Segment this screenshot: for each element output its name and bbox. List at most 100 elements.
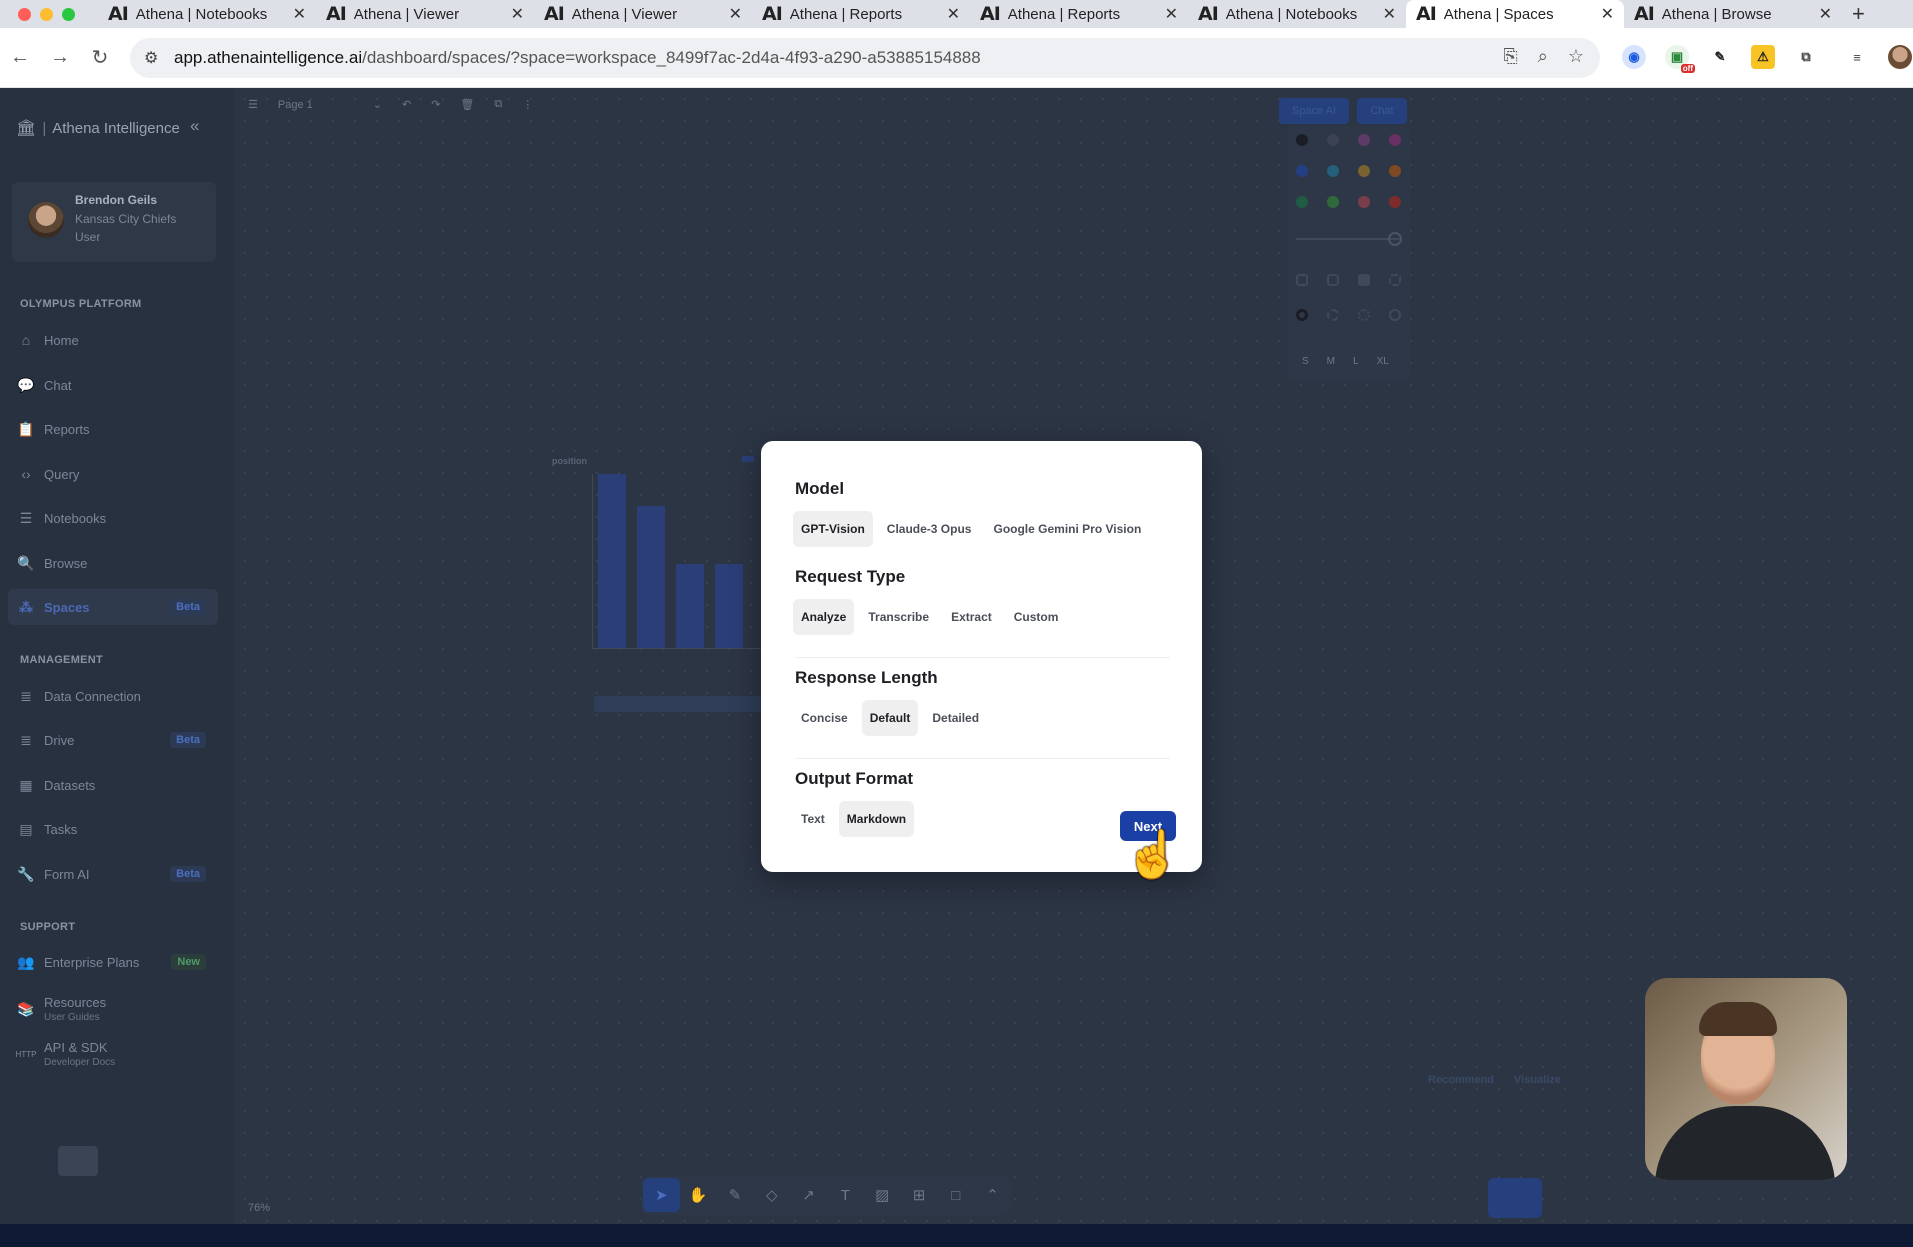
collapse-sidebar-icon[interactable]: « — [190, 116, 199, 136]
browser-tab[interactable]: AI Athena | Browse ✕ — [1624, 0, 1842, 28]
tab-close-icon[interactable]: ✕ — [1165, 4, 1178, 24]
color-swatch[interactable] — [1296, 196, 1308, 208]
user-card[interactable]: Brendon Geils Kansas City Chiefs User — [12, 182, 216, 262]
tab-close-icon[interactable]: ✕ — [1819, 4, 1832, 24]
browser-tab[interactable]: AI Athena | Notebooks ✕ — [98, 0, 316, 28]
menu-icon[interactable]: ☰ — [248, 98, 258, 111]
opacity-slider-handle[interactable] — [1388, 232, 1402, 246]
reload-button[interactable]: ↻ — [80, 45, 120, 70]
space-ai-button[interactable]: Space AI — [1279, 98, 1349, 124]
pencil-tool-icon[interactable]: ✎ — [717, 1178, 754, 1212]
browser-tab[interactable]: AI Athena | Notebooks ✕ — [1188, 0, 1406, 28]
option-default[interactable]: Default — [861, 700, 919, 736]
option-transcribe[interactable]: Transcribe — [860, 599, 937, 635]
fill-pattern-icon[interactable] — [1389, 274, 1401, 286]
hand-tool-icon[interactable]: ✋ — [680, 1178, 717, 1212]
eraser-tool-icon[interactable]: ◇ — [753, 1178, 790, 1212]
stroke-dashed-icon[interactable] — [1327, 309, 1339, 321]
select-tool-icon[interactable]: ➤ — [643, 1178, 680, 1212]
tab-close-icon[interactable]: ✕ — [729, 4, 742, 24]
sidebar-widget-icon[interactable] — [58, 1146, 98, 1176]
color-swatch[interactable] — [1327, 196, 1339, 208]
tab-recommend[interactable]: Recommend — [1428, 1074, 1494, 1086]
sidebar-item-enterprise-plans[interactable]: 👥 Enterprise Plans New — [8, 944, 218, 980]
option-analyze[interactable]: Analyze — [793, 599, 855, 635]
sidebar-item-resources[interactable]: 📚 Resources User Guides — [8, 988, 218, 1030]
option-custom[interactable]: Custom — [1006, 599, 1067, 635]
tab-close-icon[interactable]: ✕ — [293, 4, 306, 24]
chart-scrollbar[interactable] — [594, 696, 764, 712]
size-option[interactable]: L — [1353, 356, 1359, 367]
color-swatch[interactable] — [1358, 196, 1370, 208]
browser-tab[interactable]: AI Athena | Reports ✕ — [970, 0, 1188, 28]
sidebar-item-query[interactable]: ‹› Query — [8, 456, 218, 492]
maximize-window-button[interactable] — [62, 7, 75, 21]
back-button[interactable]: ← — [0, 46, 40, 69]
option-gemini-pro-vision[interactable]: Google Gemini Pro Vision — [985, 511, 1149, 547]
option-text[interactable]: Text — [793, 801, 833, 837]
option-concise[interactable]: Concise — [793, 700, 856, 736]
close-window-button[interactable] — [18, 7, 31, 21]
media-controls-icon[interactable]: ≡ — [1845, 45, 1869, 69]
color-swatch[interactable] — [1296, 134, 1308, 146]
browser-tab[interactable]: AI Athena | Viewer ✕ — [534, 0, 752, 28]
sidebar-item-api-sdk[interactable]: HTTP API & SDK Developer Docs — [8, 1033, 218, 1075]
tab-close-icon[interactable]: ✕ — [1601, 4, 1614, 24]
option-extract[interactable]: Extract — [943, 599, 1000, 635]
option-claude-3-opus[interactable]: Claude-3 Opus — [879, 511, 980, 547]
fill-solid-icon[interactable] — [1358, 274, 1370, 286]
profile-avatar[interactable] — [1888, 45, 1912, 69]
rectangle-tool-icon[interactable]: □ — [937, 1178, 974, 1212]
browser-tab-active[interactable]: AI Athena | Spaces ✕ — [1406, 0, 1624, 28]
option-gpt-vision[interactable]: GPT-Vision — [793, 511, 873, 547]
stroke-draw-icon[interactable] — [1296, 309, 1308, 321]
forward-button[interactable]: → — [40, 46, 80, 69]
sidebar-item-datasets[interactable]: ▦ Datasets — [8, 767, 218, 803]
install-app-icon[interactable]: ⎘ — [1503, 46, 1517, 67]
sidebar-item-reports[interactable]: 📋 Reports — [8, 411, 218, 447]
color-swatch[interactable] — [1358, 165, 1370, 177]
extensions-puzzle-icon[interactable]: ⧉ — [1794, 45, 1818, 69]
undo-icon[interactable]: ↶ — [402, 98, 411, 111]
option-detailed[interactable]: Detailed — [924, 700, 987, 736]
more-tools-icon[interactable]: ⌃ — [974, 1178, 1011, 1212]
option-markdown[interactable]: Markdown — [838, 801, 915, 837]
sidebar-item-data-connection[interactable]: ≣ Data Connection — [8, 678, 218, 714]
browser-tab[interactable]: AI Athena | Viewer ✕ — [316, 0, 534, 28]
more-icon[interactable]: ⋮ — [522, 98, 533, 111]
new-tab-button[interactable]: + — [1842, 1, 1865, 27]
arrow-tool-icon[interactable]: ↗ — [790, 1178, 827, 1212]
tab-close-icon[interactable]: ✕ — [1383, 4, 1396, 24]
chat-button[interactable]: Chat — [1357, 98, 1407, 124]
color-swatch[interactable] — [1389, 196, 1401, 208]
eyedropper-icon[interactable]: ✎ — [1708, 45, 1732, 69]
color-swatch[interactable] — [1327, 134, 1339, 146]
extension-warning-icon[interactable]: ⚠ — [1751, 45, 1775, 69]
sidebar-item-tasks[interactable]: ▤ Tasks — [8, 811, 218, 847]
size-option[interactable]: XL — [1377, 356, 1389, 367]
zoom-level[interactable]: 76% — [248, 1202, 270, 1214]
bookmark-star-icon[interactable]: ☆ — [1568, 46, 1584, 67]
sidebar-item-form-ai[interactable]: 🔧 Form AI Beta — [8, 856, 218, 892]
color-swatch[interactable] — [1327, 165, 1339, 177]
redo-icon[interactable]: ↷ — [431, 98, 440, 111]
zoom-icon[interactable]: ⌕ — [1538, 46, 1548, 67]
duplicate-icon[interactable]: ⧉ — [494, 98, 502, 111]
fill-semi-icon[interactable] — [1327, 274, 1339, 286]
minimize-window-button[interactable] — [40, 7, 53, 21]
text-tool-icon[interactable]: T — [827, 1178, 864, 1212]
fill-none-icon[interactable] — [1296, 274, 1308, 286]
tab-close-icon[interactable]: ✕ — [947, 4, 960, 24]
size-option[interactable]: S — [1302, 356, 1309, 367]
size-option[interactable]: M — [1327, 356, 1335, 367]
sidebar-item-chat[interactable]: 💬 Chat — [8, 367, 218, 403]
stroke-solid-icon[interactable] — [1389, 309, 1401, 321]
sidebar-item-drive[interactable]: ≣ Drive Beta — [8, 722, 218, 758]
page-select[interactable]: Page 1 — [278, 99, 313, 111]
stroke-dotted-icon[interactable] — [1358, 309, 1370, 321]
address-bar[interactable]: ⚙ app.athenaintelligence.ai/dashboard/sp… — [130, 38, 1600, 78]
opacity-slider-track[interactable] — [1296, 238, 1400, 240]
color-swatch[interactable] — [1389, 134, 1401, 146]
image-tool-icon[interactable]: ⊞ — [901, 1178, 938, 1212]
extension-circle-icon[interactable]: ◉ — [1622, 45, 1646, 69]
